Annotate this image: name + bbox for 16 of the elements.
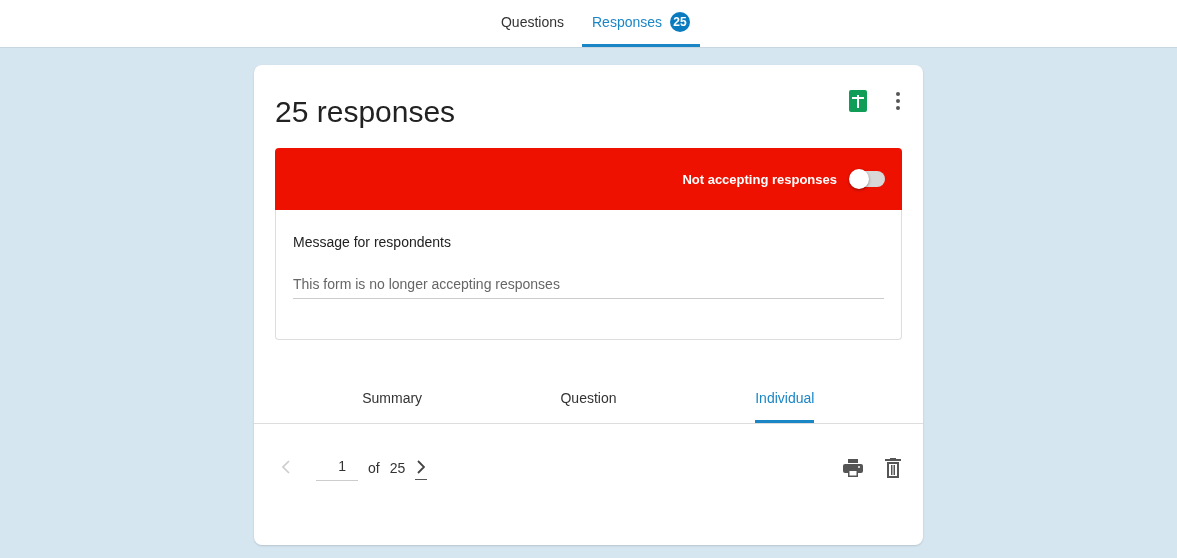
tab[interactable]: Question xyxy=(560,390,617,423)
delete-icon[interactable] xyxy=(885,457,901,478)
tab[interactable]: Responses 25 xyxy=(582,0,701,47)
tab[interactable]: Questions xyxy=(490,0,574,47)
print-icon[interactable] xyxy=(843,458,863,477)
responses-title: 25 responses xyxy=(275,95,456,129)
total-pages: 25 xyxy=(389,459,406,476)
count-badge: 25 xyxy=(670,12,691,32)
accepting-toggle[interactable] xyxy=(851,171,885,187)
message-label: Message for respondents xyxy=(293,234,452,250)
of-label: of xyxy=(368,459,380,476)
tab[interactable]: Individual xyxy=(755,390,815,423)
tab[interactable]: Summary xyxy=(362,390,423,423)
spreadsheet-icon[interactable] xyxy=(849,90,867,112)
banner-label: Not accepting responses xyxy=(682,171,837,187)
more-icon[interactable] xyxy=(895,91,901,111)
